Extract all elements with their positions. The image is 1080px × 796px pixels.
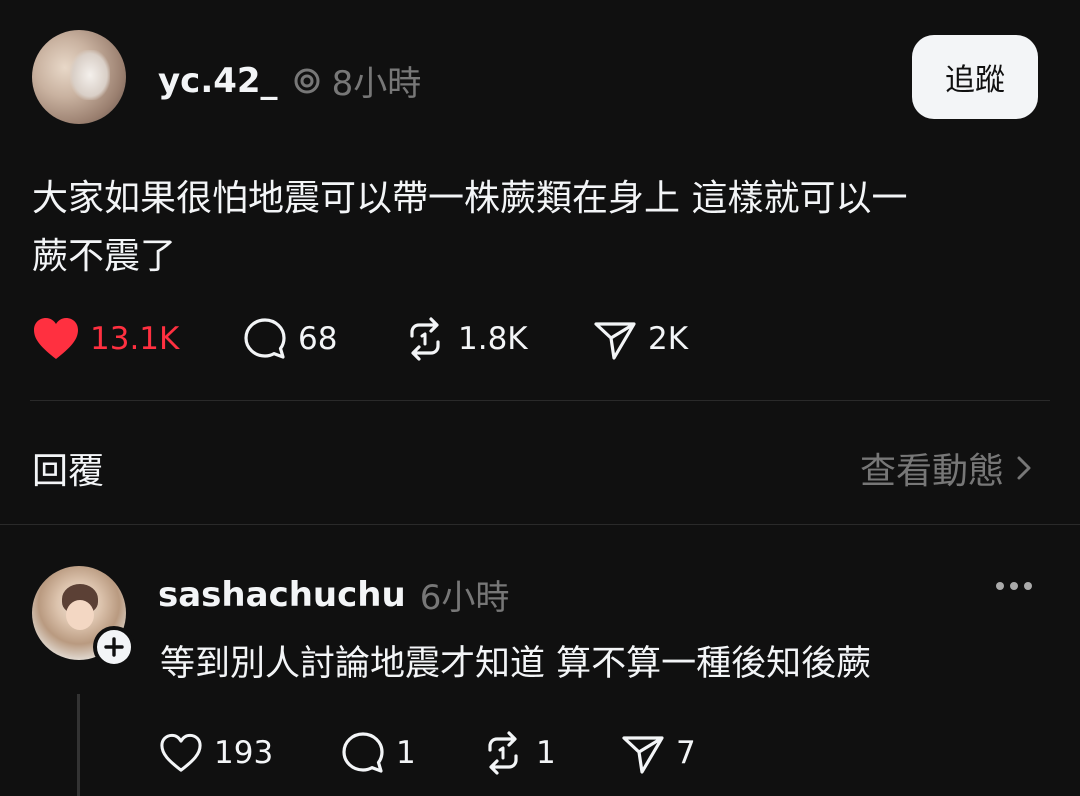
like-count: 13.1K [90,321,180,357]
heart-filled-icon [32,317,80,361]
follow-plus-icon[interactable] [93,626,135,668]
reply-username[interactable]: sashachuchu [158,575,406,615]
view-activity-link[interactable]: 查看動態 [860,442,1034,494]
reply-repost-button[interactable]: 1 [480,730,620,776]
author-avatar[interactable] [32,30,126,124]
chevron-right-icon [1014,453,1034,483]
share-count: 2K [648,321,689,357]
repost-button[interactable]: 1.8K [402,316,592,362]
comment-button[interactable]: 68 [242,316,402,362]
author-username[interactable]: yc.42_ [158,61,278,101]
follow-button[interactable]: 追蹤 [912,35,1038,119]
post-text: 大家如果很怕地震可以帶一株蕨類在身上 這樣就可以一 蕨不震了 [32,170,1032,286]
post-time: 8小時 [331,64,422,104]
post-text-line: 蕨不震了 [32,236,177,277]
send-icon [592,316,638,362]
reply-share-button[interactable]: 7 [620,730,696,776]
comment-icon [340,730,386,776]
reply-share-count: 7 [676,735,696,771]
divider [30,400,1050,401]
divider [0,524,1080,525]
thread-line [77,694,80,796]
replies-title: 回覆 [32,451,105,492]
more-options-icon[interactable] [996,582,1032,590]
reply-comment-button[interactable]: 1 [340,730,480,776]
reply-comment-count: 1 [396,735,416,771]
repost-icon [480,730,526,776]
view-activity-label: 查看動態 [859,451,1004,492]
share-button[interactable]: 2K [592,316,688,362]
like-button[interactable]: 13.1K [32,317,242,361]
post-actions: 13.1K 68 1.8K 2K [32,316,688,362]
reply-text: 等到別人討論地震才知道 算不算一種後知後蕨 [160,644,872,684]
comment-count: 68 [298,321,338,357]
reply-like-count: 193 [214,735,274,771]
reply-like-button[interactable]: 193 [158,732,340,774]
threads-icon [292,66,322,96]
reply-time: 6小時 [419,578,510,618]
comment-icon [242,316,288,362]
send-icon [620,730,666,776]
reply-actions: 193 1 1 7 [158,730,696,776]
reply-header: sashachuchu 6小時 [158,570,509,619]
repost-count: 1.8K [458,321,528,357]
post-text-line: 大家如果很怕地震可以帶一株蕨類在身上 這樣就可以一 [32,178,908,219]
repost-icon [402,316,448,362]
reply-repost-count: 1 [536,735,556,771]
heart-icon [158,732,204,774]
post-header: yc.42_ 8小時 [158,56,421,105]
